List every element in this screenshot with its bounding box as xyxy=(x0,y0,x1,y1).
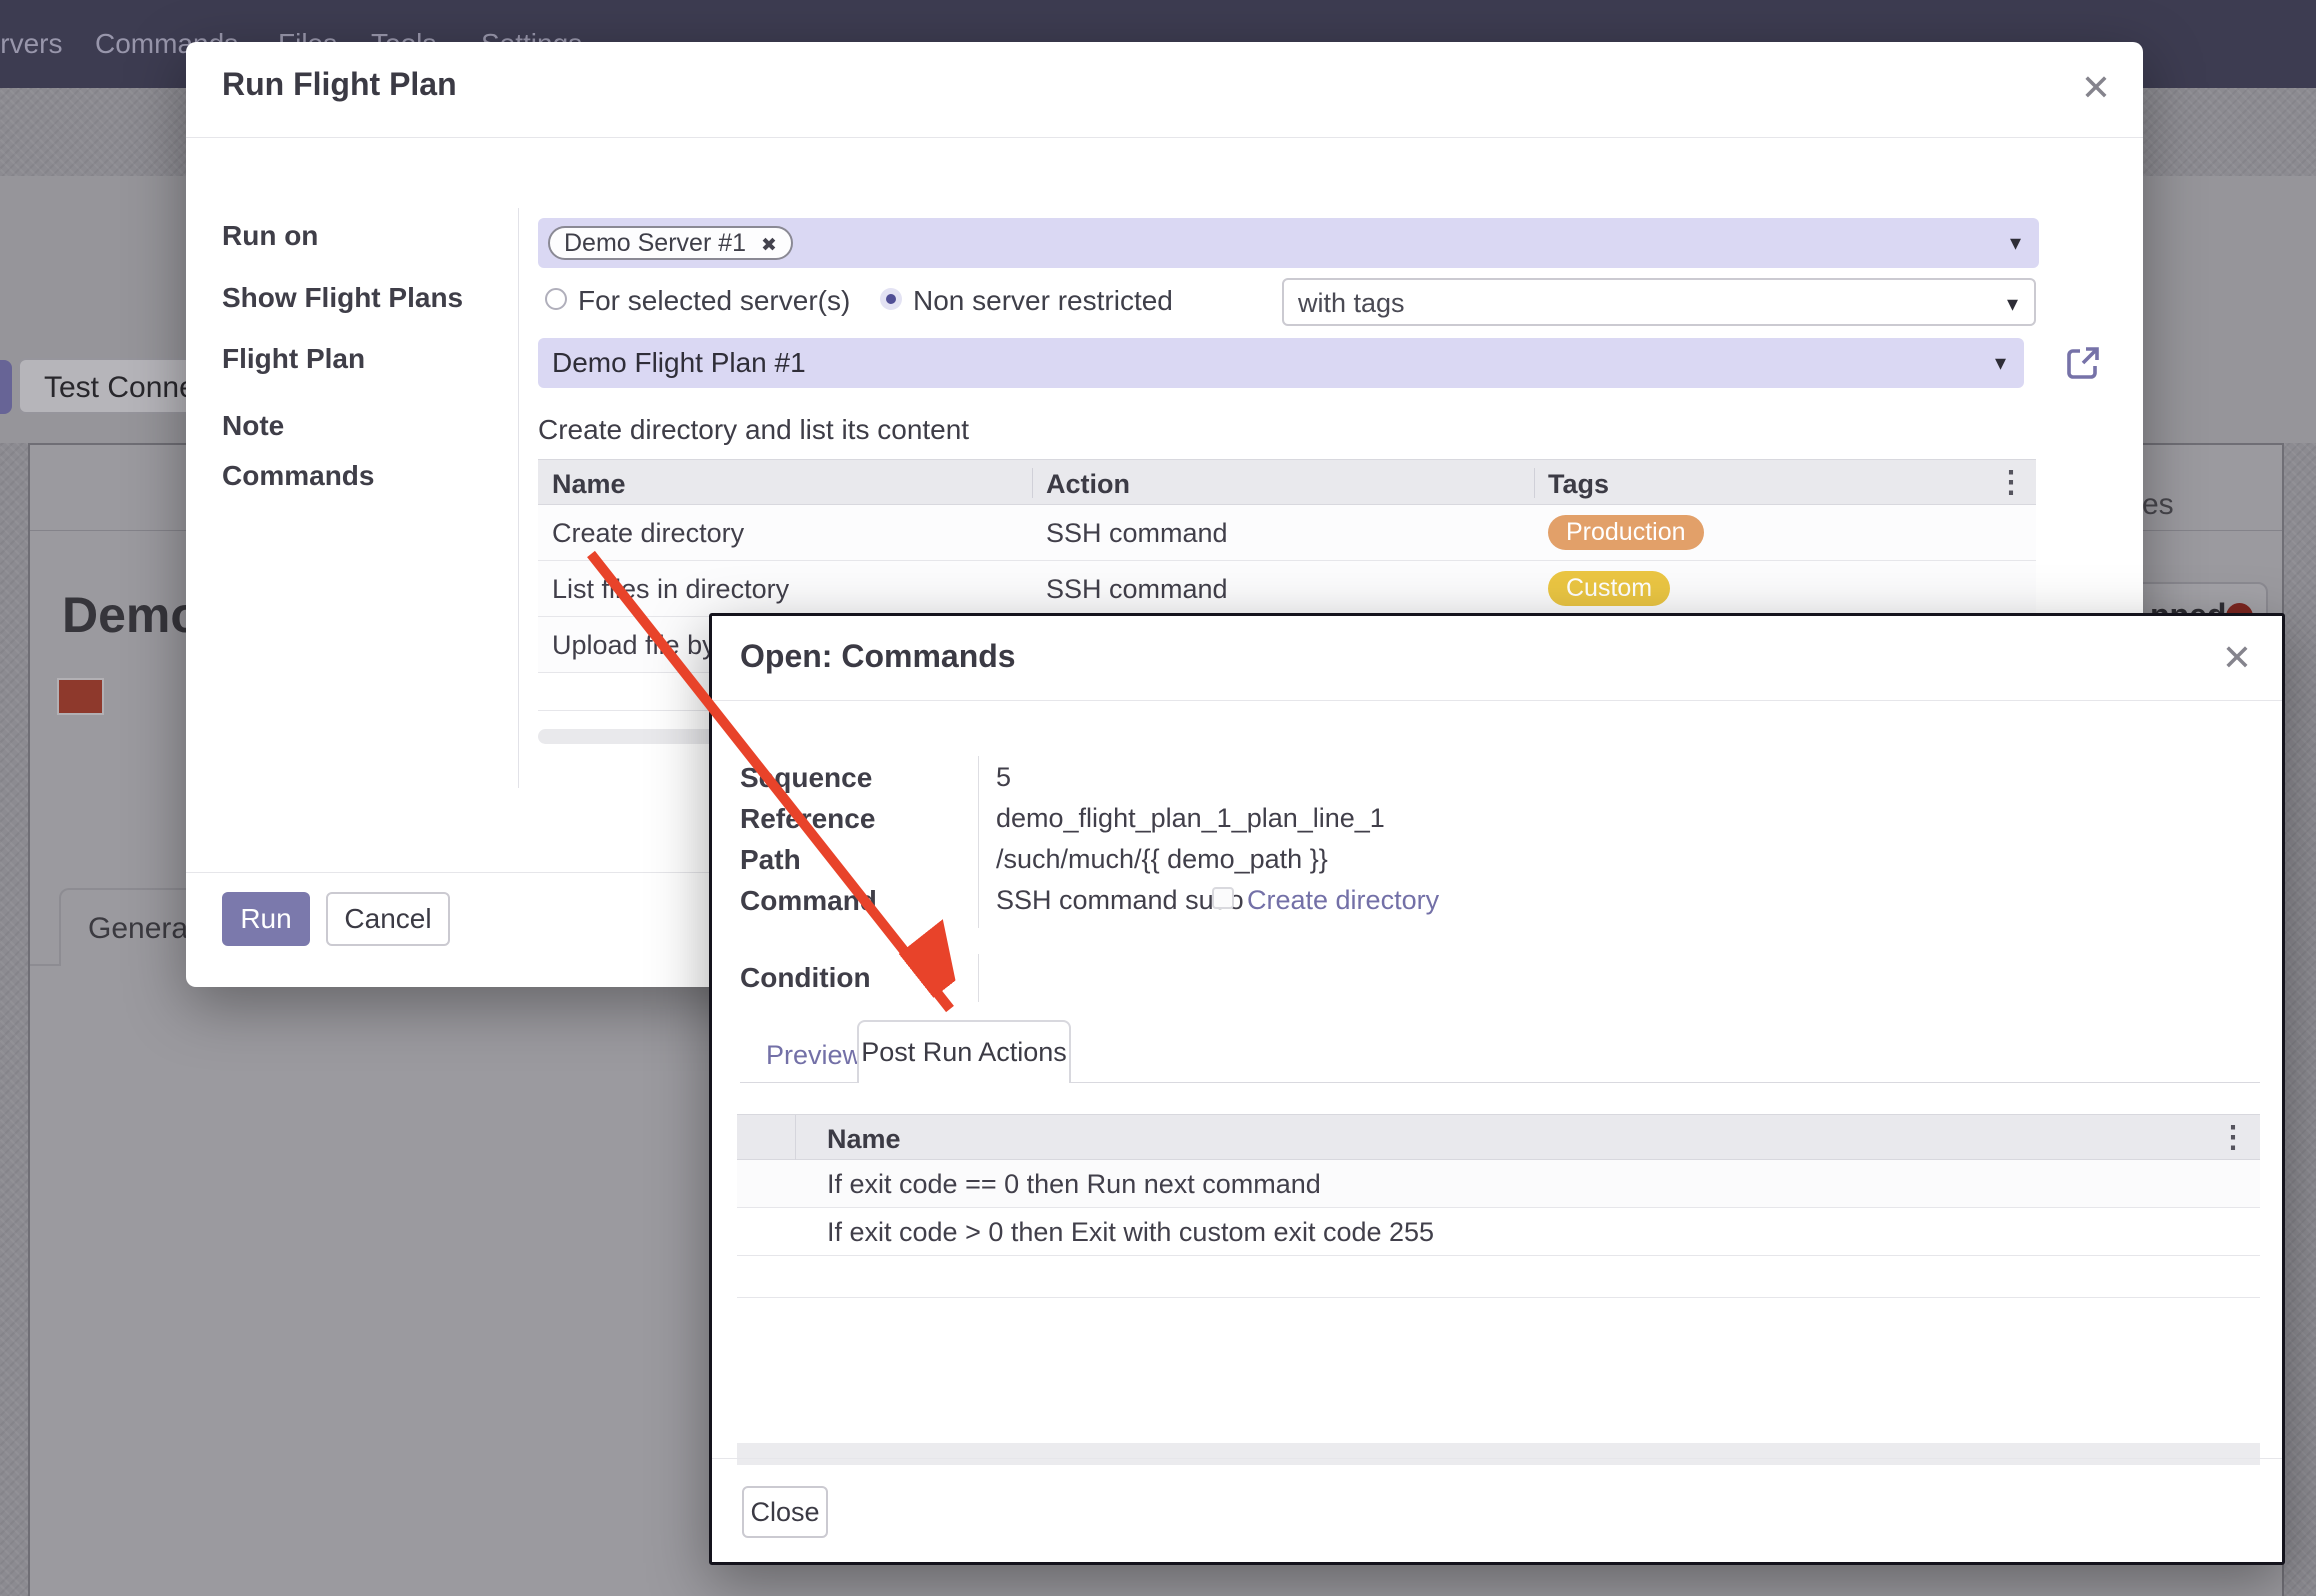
flight-plan-label: Flight Plan xyxy=(222,343,365,375)
close-icon[interactable]: ✕ xyxy=(2222,640,2252,676)
table-options-kebab-icon[interactable]: ⋮ xyxy=(2218,1123,2248,1153)
tag-custom: Custom xyxy=(1548,571,1670,606)
with-tags-select[interactable]: with tags ▾ xyxy=(1282,278,2036,326)
handle-column-divider xyxy=(795,1115,796,1161)
external-link-icon[interactable] xyxy=(2062,342,2104,384)
server-color-swatch[interactable] xyxy=(57,678,104,715)
note-label: Note xyxy=(222,410,284,442)
table-row[interactable]: Create directory SSH command Production xyxy=(538,505,2036,561)
sudo-checkbox[interactable] xyxy=(1212,887,1234,909)
chevron-down-icon[interactable]: ▾ xyxy=(2010,230,2021,256)
notes-fragment-text: es xyxy=(2142,488,2174,522)
label-column-separator xyxy=(978,954,979,1002)
tab-post-run-actions-label: Post Run Actions xyxy=(861,1037,1067,1067)
header-divider xyxy=(186,137,2143,138)
dialog-title: Run Flight Plan xyxy=(222,66,457,103)
screen: es pped Demo Reference URL General Partn… xyxy=(0,0,2316,1596)
command-link[interactable]: Create directory xyxy=(1247,885,1439,916)
cell-name: Upload file by xyxy=(552,630,716,661)
with-tags-value: with tags xyxy=(1298,288,1405,319)
post-run-table-header: Name ⋮ xyxy=(737,1114,2260,1160)
table-row[interactable]: List files in directory SSH command Cust… xyxy=(538,561,2036,617)
table-options-kebab-icon[interactable]: ⋮ xyxy=(1996,468,2026,498)
path-label: Path xyxy=(740,844,801,876)
chevron-down-icon[interactable]: ▾ xyxy=(2007,291,2018,317)
open-commands-dialog: Open: Commands ✕ Sequence 5 Reference de… xyxy=(709,613,2285,1565)
tag-production: Production xyxy=(1548,515,1704,550)
radio-for-selected-servers[interactable] xyxy=(545,288,567,310)
column-divider xyxy=(1032,468,1033,498)
commands-label: Commands xyxy=(222,460,374,492)
column-divider xyxy=(1534,468,1535,498)
server-tag-label: Demo Server #1 xyxy=(564,229,746,257)
cell-action: SSH command xyxy=(1046,574,1228,605)
radio-non-server-restricted[interactable] xyxy=(880,288,902,310)
col-action[interactable]: Action xyxy=(1046,469,1130,500)
col-tags[interactable]: Tags xyxy=(1548,469,1609,500)
server-tag-chip[interactable]: Demo Server #1 ✖ xyxy=(548,226,793,260)
label-column-separator xyxy=(978,756,979,928)
remove-tag-icon[interactable]: ✖ xyxy=(761,235,777,256)
command-label: Command xyxy=(740,885,877,917)
nav-item-servers[interactable]: Servers xyxy=(0,28,62,60)
flight-plan-select[interactable]: Demo Flight Plan #1 ▾ xyxy=(538,338,2024,388)
tab-post-run-actions[interactable]: Post Run Actions xyxy=(857,1020,1071,1083)
sequence-label: Sequence xyxy=(740,762,872,794)
flight-plan-note: Create directory and list its content xyxy=(538,414,969,446)
cell-name: Create directory xyxy=(552,518,744,549)
server-page-title: Demo xyxy=(62,586,201,644)
run-on-label: Run on xyxy=(222,220,318,252)
header-divider xyxy=(712,700,2282,701)
table-scrollbar[interactable] xyxy=(737,1443,2260,1465)
table-row-empty xyxy=(737,1256,2260,1298)
reference-label: Reference xyxy=(740,803,875,835)
reference-value: demo_flight_plan_1_plan_line_1 xyxy=(996,803,1385,834)
post-run-actions-table: Name ⋮ If exit code == 0 then Run next c… xyxy=(737,1114,2260,1465)
radio-non-server-restricted-label[interactable]: Non server restricted xyxy=(913,285,1173,317)
col-name[interactable]: Name xyxy=(552,469,626,500)
show-flight-plans-label: Show Flight Plans xyxy=(222,282,463,314)
radio-for-selected-servers-label[interactable]: For selected server(s) xyxy=(578,285,850,317)
col-name[interactable]: Name xyxy=(827,1124,901,1155)
table-row[interactable]: If exit code == 0 then Run next command xyxy=(737,1160,2260,1208)
cell-name: List files in directory xyxy=(552,574,789,605)
dialog-title: Open: Commands xyxy=(740,638,1016,675)
run-button[interactable]: Run xyxy=(222,892,310,946)
sequence-value: 5 xyxy=(996,762,1011,793)
command-value: SSH command sudo xyxy=(996,885,1244,916)
primary-button-fragment[interactable] xyxy=(0,360,12,414)
cell-action: SSH command xyxy=(1046,518,1228,549)
cancel-button[interactable]: Cancel xyxy=(326,892,450,946)
chevron-down-icon[interactable]: ▾ xyxy=(1995,350,2006,376)
commands-table-header: Name Action Tags ⋮ xyxy=(538,459,2036,505)
label-column-separator xyxy=(518,208,519,788)
close-button[interactable]: Close xyxy=(742,1486,828,1538)
flight-plan-value: Demo Flight Plan #1 xyxy=(552,347,806,379)
condition-label: Condition xyxy=(740,962,871,994)
cell-name: If exit code > 0 then Exit with custom e… xyxy=(827,1217,1434,1248)
close-icon[interactable]: ✕ xyxy=(2081,70,2111,106)
tab-general-label: General xyxy=(88,912,195,946)
table-row[interactable]: If exit code > 0 then Exit with custom e… xyxy=(737,1208,2260,1256)
cell-name: If exit code == 0 then Run next command xyxy=(827,1169,1321,1200)
path-value: /such/much/{{ demo_path }} xyxy=(996,844,1328,875)
footer-divider xyxy=(712,1458,2282,1459)
run-on-select[interactable]: Demo Server #1 ✖ ▾ xyxy=(538,218,2039,268)
